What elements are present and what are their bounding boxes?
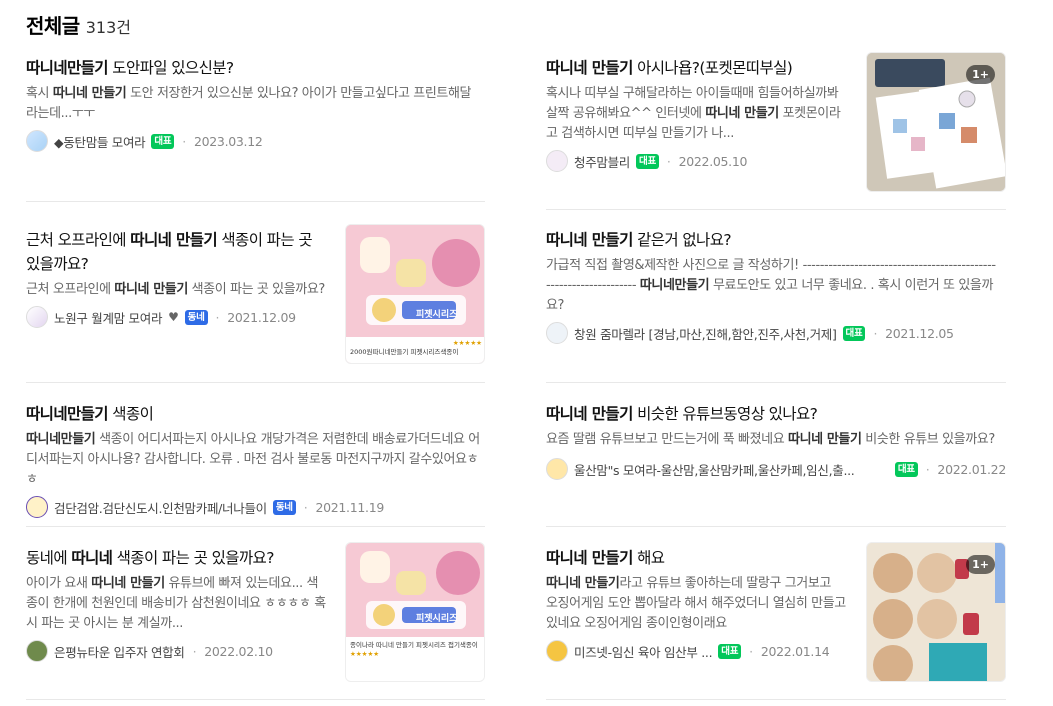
post-excerpt: 가급적 직접 촬영&제작한 사진으로 글 작성하기! -------------…: [546, 258, 996, 313]
post-card[interactable]: 따니네 만들기 비슷한 유튜브동영상 있나요? 요즘 딸램 유튜브보고 만드는거…: [546, 398, 1006, 527]
cafe-avatar[interactable]: [26, 306, 48, 328]
post-card[interactable]: 따니네만들기 색종이 따니네만들기 색종이 어디서파는지 아시나요 개당가격은 …: [26, 398, 485, 527]
thumb-caption-box: ★★★★★ 2000원따니네만들기 피젯시리즈색종이: [346, 337, 484, 363]
cafe-name[interactable]: 노원구 월계맘 모여라: [54, 308, 162, 327]
post-title[interactable]: 따니네 만들기 비슷한 유튜브동영상 있나요?: [546, 402, 1006, 426]
thumb-caption-box: 종이나라 따니네 만들기 피젯시리즈 접기색종이 ★★★★★: [346, 637, 484, 681]
post-title[interactable]: 동네에 따니네 색종이 파는 곳 있을까요?: [26, 546, 326, 570]
post-card[interactable]: 따니네 만들기 아시나욥?(포켓몬띠부실) 혹시나 띠부실 구해달라하는 아이들…: [546, 52, 1006, 210]
list-header: 전체글 313건: [26, 10, 131, 40]
separator-dot: ·: [666, 153, 671, 169]
banner-text: 피젯시리즈: [416, 614, 458, 624]
image-count-badge: 1+: [966, 65, 995, 84]
cafe-avatar[interactable]: [26, 640, 48, 662]
post-date: 2021.11.19: [315, 499, 385, 515]
cafe-avatar[interactable]: [26, 130, 48, 152]
cafe-avatar[interactable]: [546, 458, 568, 480]
section-title: 전체글: [26, 14, 80, 38]
badge-rep: 대표: [842, 325, 866, 341]
separator-dot: ·: [873, 325, 878, 341]
separator-dot: ·: [925, 461, 930, 477]
post-excerpt: 혹시나 띠부실 구해달라하는 아이들때매 힘들어하실까봐 살짝 공유해봐요^^ …: [546, 86, 841, 141]
separator-dot: ·: [192, 643, 197, 659]
post-card[interactable]: 동네에 따니네 색종이 파는 곳 있을까요? 아이가 요새 따니네 만들기 유튜…: [26, 542, 485, 700]
product-image: [346, 225, 484, 337]
cafe-avatar[interactable]: [546, 322, 568, 344]
rating-stars: ★★★★★: [350, 650, 380, 658]
badge-rep: 대표: [718, 643, 742, 659]
cafe-name[interactable]: ◆동탄맘들 모여라: [54, 132, 146, 151]
heart-icon: ♥: [168, 310, 179, 324]
separator-dot: ·: [749, 643, 753, 659]
post-meta: ◆동탄맘들 모여라 대표 · 2023.03.12: [26, 130, 485, 152]
separator-dot: ·: [182, 133, 186, 149]
post-excerpt: 요즘 딸램 유튜브보고 만드는거에 푹 빠졌네요 따니네 만들기 비슷한 유튜브…: [546, 432, 995, 447]
post-card[interactable]: 따니네만들기 도안파일 있으신분? 혹시 따니네 만들기 도안 저장한거 있으신…: [26, 52, 485, 202]
post-excerpt: 따니네 만들기라고 유튜브 좋아하는데 딸랑구 그거보고 오징어게임 도안 뽑아…: [546, 576, 846, 631]
post-thumbnail[interactable]: 피젯시리즈 종이나라 따니네 만들기 피젯시리즈 접기색종이 ★★★★★: [345, 542, 485, 682]
image-count-badge: 1+: [966, 555, 995, 574]
post-excerpt: 따니네만들기 색종이 어디서파는지 아시나요 개당가격은 저렴한데 배송료가더드…: [26, 432, 480, 487]
cafe-name[interactable]: 청주맘블리: [574, 152, 630, 171]
post-meta: 검단검암.검단신도시.인천맘카페/너나들이 동네 · 2021.11.19: [26, 496, 485, 518]
cafe-avatar[interactable]: [546, 640, 568, 662]
rating-stars: ★★★★★: [452, 339, 482, 347]
post-date: 2022.01.14: [760, 643, 830, 659]
badge-rep: 대표: [151, 133, 175, 149]
post-excerpt: 근처 오프라인에 따니네 만들기 색종이 파는 곳 있을까요?: [26, 282, 325, 297]
post-excerpt: 아이가 요새 따니네 만들기 유튜브에 빠져 있는데요... 색종이 한개에 천…: [26, 576, 326, 631]
post-excerpt: 혹시 따니네 만들기 도안 저장한거 있으신분 있나요? 아이가 만들고싶다고 …: [26, 86, 472, 121]
cafe-avatar[interactable]: [26, 496, 48, 518]
post-meta: 창원 줌마렐라 [경남,마산,진해,함안,진주,사천,거제] 대표 · 2021…: [546, 322, 1006, 344]
post-meta: 청주맘블리 대표 · 2022.05.10: [546, 150, 846, 172]
post-date: 2021.12.05: [885, 325, 954, 341]
badge-rep: 대표: [894, 461, 918, 477]
badge-local: 동네: [184, 309, 208, 325]
post-date: 2022.05.10: [678, 153, 748, 169]
separator-dot: ·: [303, 499, 308, 515]
post-thumbnail[interactable]: 1+: [866, 52, 1006, 192]
post-title[interactable]: 근처 오프라인에 따니네 만들기 색종이 파는 곳 있을까요?: [26, 228, 326, 276]
banner-text: 피젯시리즈: [416, 310, 458, 320]
post-card[interactable]: 근처 오프라인에 따니네 만들기 색종이 파는 곳 있을까요? 근처 오프라인에…: [26, 224, 485, 383]
post-title[interactable]: 따니네만들기 색종이: [26, 402, 485, 426]
post-count: 313건: [85, 18, 131, 37]
post-thumbnail[interactable]: 1+: [866, 542, 1006, 682]
post-date: 2023.03.12: [193, 133, 263, 149]
post-thumbnail[interactable]: 피젯시리즈 ★★★★★ 2000원따니네만들기 피젯시리즈색종이: [345, 224, 485, 364]
post-title[interactable]: 따니네 만들기 아시나욥?(포켓몬띠부실): [546, 56, 846, 80]
post-date: 2022.02.10: [204, 643, 273, 659]
cafe-name[interactable]: 울산맘"s 모여라-울산맘,울산맘카페,울산카페,임신,출...: [574, 460, 887, 479]
post-title[interactable]: 따니네 만들기 해요: [546, 546, 846, 570]
separator-dot: ·: [215, 309, 220, 325]
cafe-name[interactable]: 창원 줌마렐라 [경남,마산,진해,함안,진주,사천,거제]: [574, 324, 837, 343]
post-meta: 노원구 월계맘 모여라 ♥ 동네 · 2021.12.09: [26, 306, 326, 328]
post-card[interactable]: 따니네 만들기 같은거 없나요? 가급적 직접 촬영&제작한 사진으로 글 작성…: [546, 224, 1006, 383]
cafe-name[interactable]: 미즈넷-임신 육아 임산부 ...: [574, 642, 713, 661]
cafe-avatar[interactable]: [546, 150, 568, 172]
cafe-name[interactable]: 은평뉴타운 입주자 연합회: [54, 642, 185, 661]
post-card[interactable]: 따니네 만들기 해요 따니네 만들기라고 유튜브 좋아하는데 딸랑구 그거보고 …: [546, 542, 1006, 700]
post-meta: 미즈넷-임신 육아 임산부 ... 대표 · 2022.01.14: [546, 640, 846, 662]
post-title[interactable]: 따니네만들기 도안파일 있으신분?: [26, 56, 485, 80]
thumb-caption: 2000원따니네만들기 피젯시리즈색종이: [350, 348, 459, 356]
post-date: 2021.12.09: [227, 309, 296, 325]
thumb-caption: 종이나라 따니네 만들기 피젯시리즈 접기색종이: [350, 641, 478, 649]
badge-rep: 대표: [636, 153, 659, 169]
post-date: 2022.01.22: [937, 461, 1006, 477]
post-title[interactable]: 따니네 만들기 같은거 없나요?: [546, 228, 1006, 252]
badge-local: 동네: [272, 499, 296, 515]
cafe-name[interactable]: 검단검암.검단신도시.인천맘카페/너나들이: [54, 498, 267, 517]
post-meta: 은평뉴타운 입주자 연합회 · 2022.02.10: [26, 640, 326, 662]
post-meta: 울산맘"s 모여라-울산맘,울산맘카페,울산카페,임신,출... 대표 · 20…: [546, 458, 1006, 480]
